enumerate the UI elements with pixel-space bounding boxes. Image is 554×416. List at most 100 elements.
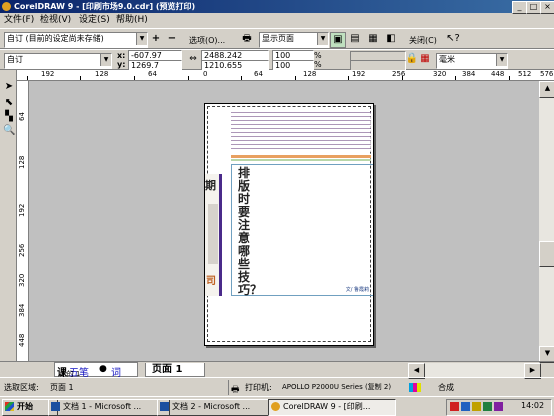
body-text-block [231,112,371,152]
left-strip-char: 司 [206,276,216,287]
windows-taskbar: 开始 文档 1 - Microsoft ... 文档 2 - Microsoft… [0,396,554,416]
selection-page-value: 页面 1 [50,383,74,392]
chevron-down-icon: ▼ [136,33,147,45]
task-label: 文档 2 - Microsoft ... [172,402,251,411]
ruler-h-label: 128 [303,70,317,78]
help-pointer-icon[interactable]: ↖? [446,32,460,46]
ruler-v-label: 64 [18,112,26,121]
composite-label: 合成 [438,383,454,392]
task-label: 文档 1 - Microsoft ... [63,402,142,411]
proportional-icon[interactable]: ▦ [418,52,432,66]
marquee-select-icon[interactable]: ⬉ [3,96,15,110]
horizontal-scrollbar[interactable]: ◀ ▶ [408,363,541,379]
tray-icon[interactable] [461,402,470,411]
chevron-down-icon: ▼ [100,54,111,66]
speaker-icon[interactable] [483,402,492,411]
scroll-up-icon[interactable]: ▲ [539,81,554,98]
left-strip-char: 期 [205,179,216,192]
percent-y-label: % [314,60,322,69]
ruler-h-label: 384 [462,70,476,78]
toolbox: ➤ ⬉ ▚ 🔍 [0,70,17,362]
ruler-v-label: 128 [18,155,26,169]
remove-style-button[interactable]: − [165,32,179,46]
separations-icon[interactable]: ◧ [384,32,398,46]
page-navigation-bar: 课 五笔 ● 词 1 的 1 页面 1 ◀ ▶ [0,361,554,379]
left-page-strip: 期 司 [205,174,222,296]
headline-frame: 排版时要注意哪些技巧？ 文/ 鲁霞莉 [231,164,373,297]
ruler-h-label: 448 [491,70,505,78]
taskbar-coreldraw[interactable]: CorelDRAW 9 - [印刷... [268,399,396,416]
add-style-button[interactable]: + [149,32,163,46]
menu-settings[interactable]: 设定(S) [79,13,110,27]
coreldraw-app-icon[interactable] [2,2,11,11]
orange-rule [231,155,371,158]
title-bar: CorelDRAW 9 - [印刷市场9.0.cdr] (预览打印) _ □ × [0,0,554,14]
word-icon [51,402,60,411]
chevron-down-icon: ▼ [496,54,507,66]
ruler-h-label: 64 [254,70,263,78]
property-bar: 自订 ▼ x: y: -607.97 1269.7 ⇔ 2488.242 121… [0,49,554,73]
printable-page[interactable]: 期 司 排版时要注意哪些技巧？ 文/ 鲁霞莉 [204,103,374,346]
printer-icon[interactable]: 🖶 [240,32,254,46]
menu-view[interactable]: 检视(V) [40,13,71,27]
task-label: CorelDRAW 9 - [印刷... [283,402,371,411]
tray-icon[interactable] [472,402,481,411]
imposition-layout-icon[interactable]: ▚ [3,110,15,124]
clock[interactable]: 14:02 [521,401,544,410]
print-style-dropdown[interactable]: 自订 (目前的设定尚未存储) ▼ [4,32,148,48]
x-label: x: [117,51,126,60]
ruler-h-label: 64 [148,70,157,78]
selection-area-label: 选取区域: [4,383,39,392]
preview-canvas[interactable]: 期 司 排版时要注意哪些技巧？ 文/ 鲁霞莉 [29,81,539,361]
ruler-h-label: 256 [392,70,406,78]
menu-file[interactable]: 文件(F) [4,13,34,27]
print-options-icon[interactable]: ▤ [348,32,362,46]
word-icon [160,402,169,411]
paper-size-dropdown[interactable]: 自订 ▼ [4,53,112,69]
tray-icon[interactable] [494,402,503,411]
printer-status-pane: 🖶 打印机: APOLLO P2000U Series (复制 2) [228,380,428,395]
taskbar-word-doc-2[interactable]: 文档 2 - Microsoft ... [157,399,279,416]
system-tray: 14:02 [446,399,552,416]
ruler-h-label: 128 [95,70,109,78]
zoom-tool-icon[interactable]: 🔍 [3,124,15,138]
vertical-ruler: 64 128 192 256 320 384 448 [17,81,29,361]
printer-name: APOLLO P2000U Series (复制 2) [282,383,392,391]
full-screen-preview-icon[interactable]: ▣ [330,32,346,48]
ruler-v-label: 448 [18,333,26,347]
paper-size-value: 自订 [7,55,23,64]
ruler-h-label: 512 [518,70,532,78]
units-dropdown[interactable]: 毫米 ▼ [436,53,508,69]
headline-vertical-text: 排版时要注意哪些技巧？ [238,166,263,297]
ruler-v-label: 384 [18,303,26,317]
options-button[interactable]: 选项(O)... [189,35,225,46]
size-icon: ⇔ [189,54,197,64]
view-mode-value: 显示页面 [262,34,294,43]
chevron-down-icon: ▼ [317,33,328,45]
tray-icon[interactable] [450,402,459,411]
start-label: 开始 [17,402,33,411]
vertical-scrollbar[interactable]: ▲ ▼ [539,81,554,363]
ruler-h-label: 320 [433,70,447,78]
taskbar-word-doc-1[interactable]: 文档 1 - Microsoft ... [48,399,170,416]
print-style-value: 自订 (目前的设定尚未存储) [7,34,104,43]
close-preview-button[interactable]: 关闭(C) [409,35,437,46]
scroll-thumb[interactable] [539,241,554,267]
green-rule [231,159,371,161]
ime-punct-icon[interactable]: ● [99,364,107,374]
layout-icon[interactable]: ▦ [366,32,380,46]
pick-tool-icon[interactable]: ➤ [3,80,15,94]
byline: 文/ 鲁霞莉 [345,287,369,293]
color-swatch-icon [409,383,421,392]
ruler-h-label: 192 [352,70,366,78]
horizontal-ruler: 192 128 64 0 64 128 192 256 320 384 448 … [17,70,554,81]
view-mode-dropdown[interactable]: 显示页面 ▼ [259,32,329,48]
lock-icon[interactable]: 🔒 [405,52,419,66]
units-value: 毫米 [439,55,455,64]
ruler-h-label: 192 [41,70,55,78]
menu-help[interactable]: 帮助(H) [116,13,148,27]
page-tab[interactable]: 页面 1 [145,363,205,377]
status-bar: 选取区域: 页面 1 🖶 打印机: APOLLO P2000U Series (… [0,377,554,396]
ruler-h-label: 0 [203,70,208,78]
percent-x-label: % [314,51,322,60]
